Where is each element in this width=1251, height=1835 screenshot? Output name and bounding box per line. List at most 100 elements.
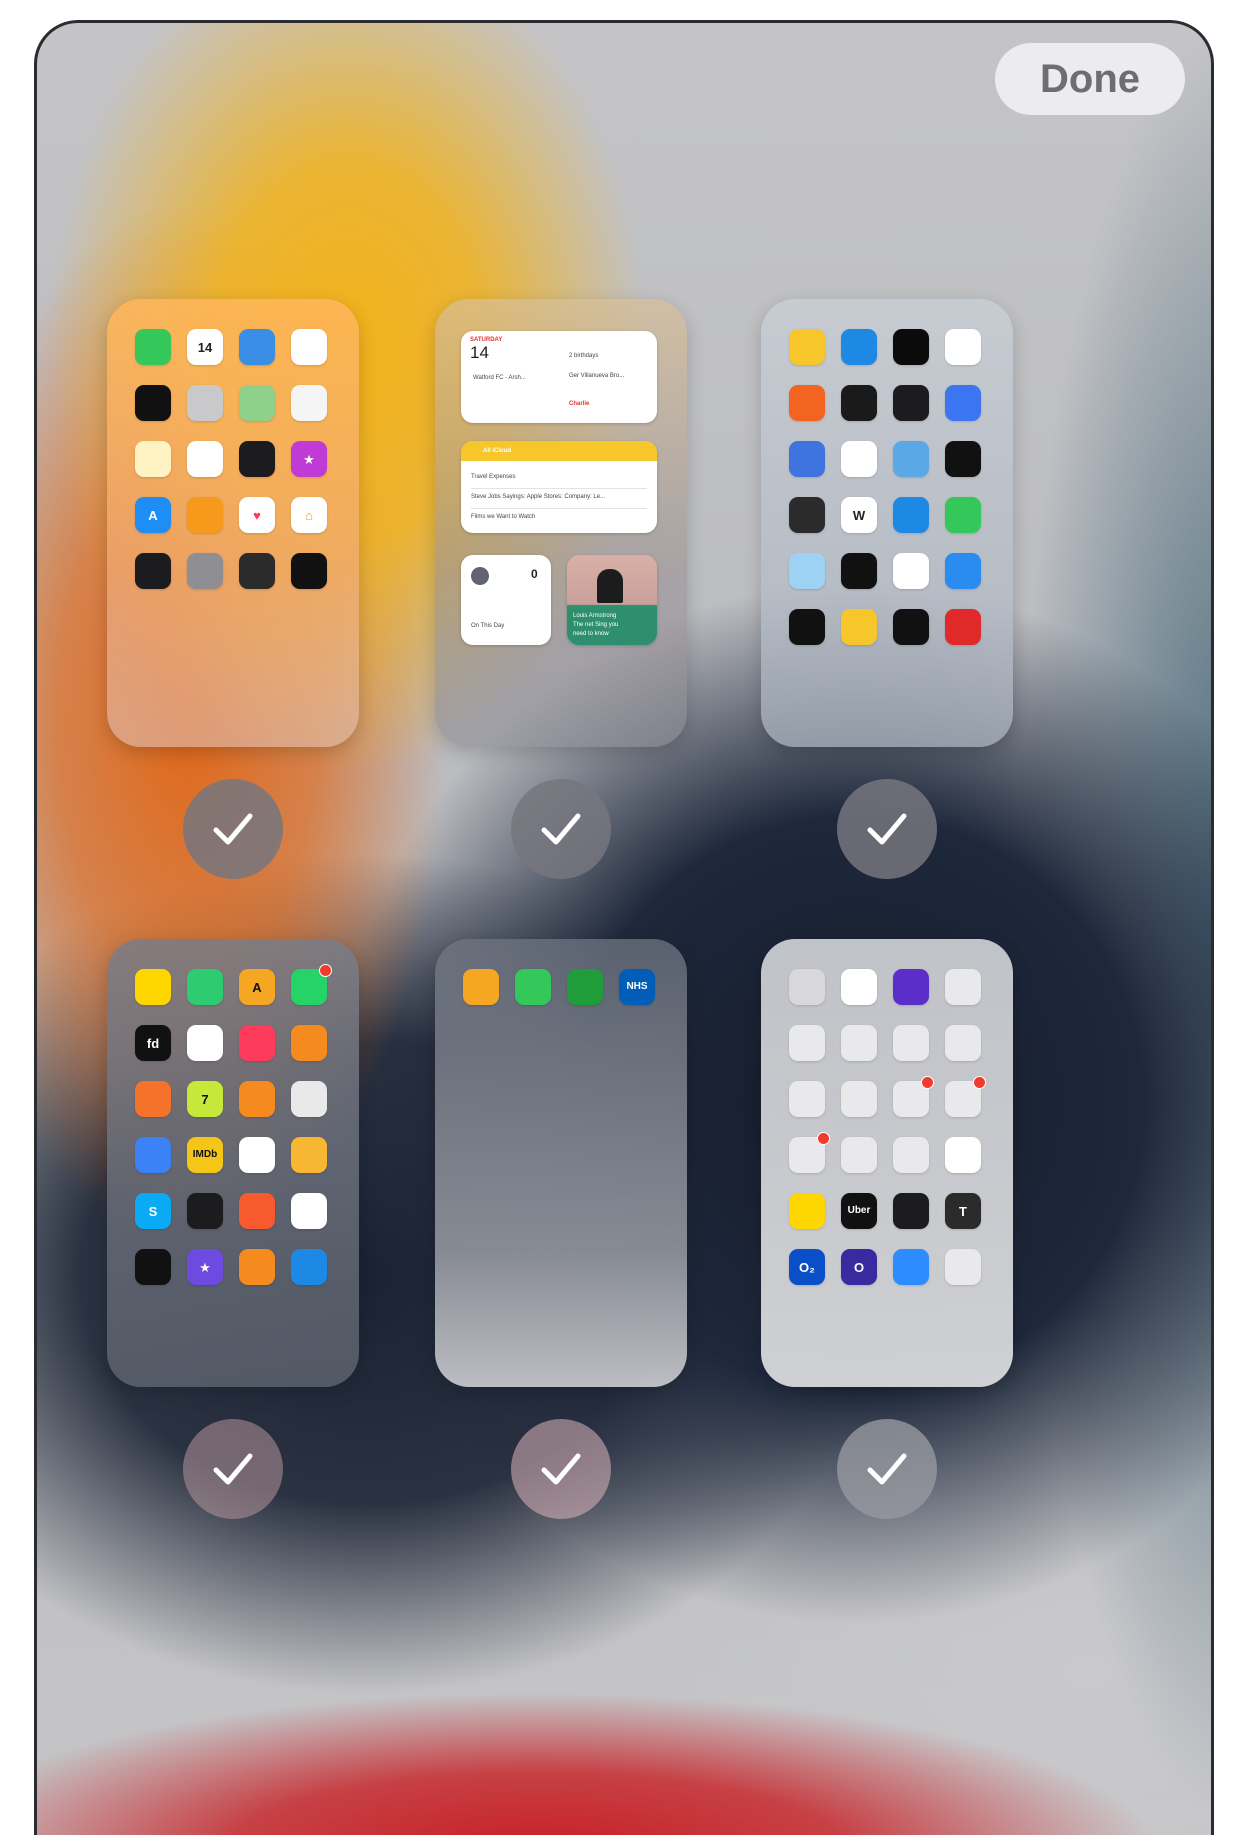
chat-icon xyxy=(945,385,981,421)
graduation-icon xyxy=(239,1249,275,1285)
tv-app-icon xyxy=(135,1249,171,1285)
app-grid: 14 ★ A ♥ ⌂ xyxy=(135,329,327,589)
news-widget-line-3: need to know xyxy=(573,631,609,637)
music-note-icon xyxy=(291,1193,327,1229)
home-icon: ⌂ xyxy=(291,497,327,533)
calendar-widget-event: Watford FC - Arsh... xyxy=(473,375,526,381)
files-icon xyxy=(893,497,929,533)
reminders-icon xyxy=(187,441,223,477)
skype-icon: S xyxy=(135,1193,171,1229)
whatsapp-icon xyxy=(291,964,332,1005)
star-dark-icon xyxy=(945,441,981,477)
folder-icon xyxy=(945,1025,981,1061)
t-app-icon: T xyxy=(945,1193,981,1229)
home-page-thumbnail-6[interactable]: Uber T O₂ O xyxy=(761,939,1013,1387)
small-widget-count: 0 xyxy=(531,567,538,581)
books-icon xyxy=(187,497,223,533)
checkmark-icon xyxy=(213,813,253,845)
itunes-store-icon: ★ xyxy=(291,441,327,477)
cloud-icon xyxy=(789,553,825,589)
folder-icon xyxy=(841,1081,877,1117)
red-news-icon xyxy=(945,609,981,645)
voice-memos-icon xyxy=(789,609,825,645)
phone-app-icon xyxy=(789,329,825,365)
notes-widget-line-2: Steve Jobs Sayings: Apple Stores: Compan… xyxy=(471,494,606,500)
blue-app-icon xyxy=(135,1137,171,1173)
page-6-visible-checkmark[interactable] xyxy=(837,1419,937,1519)
imovie-star-icon: ★ xyxy=(187,1249,223,1285)
home-screen-edit-view: Done 14 ★ A ♥ ⌂ SATURDAY 14 Watford FC - Ars… xyxy=(34,20,1214,1835)
page-1-visible-checkmark[interactable] xyxy=(183,779,283,879)
notes-widget-title: All iCloud xyxy=(483,448,511,454)
watch-icon xyxy=(291,553,327,589)
divider xyxy=(471,488,647,489)
folder-icon xyxy=(893,1076,934,1117)
news-widget-line-2: The net Sing you xyxy=(573,622,619,628)
podcast-icon xyxy=(471,567,489,585)
speedometer-icon xyxy=(893,385,929,421)
calc-green-icon xyxy=(567,969,603,1005)
calendar-widget-line-3: Charlie xyxy=(569,401,590,407)
notes-widget: All iCloud Travel Expenses Steve Jobs Sa… xyxy=(461,441,657,533)
numbers-icon xyxy=(515,969,551,1005)
shield-orange-icon xyxy=(135,1081,171,1117)
home-page-thumbnail-1[interactable]: 14 ★ A ♥ ⌂ xyxy=(107,299,359,747)
folder-icon xyxy=(789,1025,825,1061)
home-page-thumbnail-2[interactable]: SATURDAY 14 Watford FC - Arsh... 2 birth… xyxy=(435,299,687,747)
dark-circle-icon xyxy=(893,1193,929,1229)
home-page-thumbnail-5[interactable]: NHS xyxy=(435,939,687,1387)
pattern-app-icon xyxy=(291,1137,327,1173)
ebook-icon xyxy=(789,497,825,533)
app-store-icon: A xyxy=(135,497,171,533)
notification-badge xyxy=(973,1076,986,1089)
camera-icon xyxy=(187,385,223,421)
pages-icon xyxy=(463,969,499,1005)
folder-icon xyxy=(893,1137,929,1173)
shortcuts-icon xyxy=(841,329,877,365)
folder-icon xyxy=(789,1081,825,1117)
small-widget: 0 On This Day xyxy=(461,555,551,645)
settings-icon xyxy=(187,553,223,589)
o2-icon: O₂ xyxy=(789,1249,825,1285)
device-blue-icon xyxy=(945,553,981,589)
bitmoji-icon xyxy=(135,969,171,1005)
xbox-icon xyxy=(239,1137,275,1173)
cloud-scene-icon xyxy=(893,441,929,477)
wikipedia-icon: W xyxy=(841,497,877,533)
health-icon: ♥ xyxy=(239,497,275,533)
checkmark-icon xyxy=(541,1453,581,1485)
app-grid: Afd 7 IMDb S ★ xyxy=(135,964,332,1285)
orange-badge-icon xyxy=(239,1081,275,1117)
contacts-icon xyxy=(789,969,825,1005)
nhs-icon: NHS xyxy=(619,969,655,1005)
calendar-widget-line-1: 2 birthdays xyxy=(569,353,599,359)
uber-icon: Uber xyxy=(841,1193,877,1229)
page-2-visible-checkmark[interactable] xyxy=(511,779,611,879)
keynote-icon xyxy=(291,1249,327,1285)
page-5-visible-checkmark[interactable] xyxy=(511,1419,611,1519)
messages-icon xyxy=(135,329,171,365)
page-4-visible-checkmark[interactable] xyxy=(183,1419,283,1519)
fd-icon: fd xyxy=(135,1025,171,1061)
green-app-icon xyxy=(187,969,223,1005)
home-page-thumbnail-4[interactable]: Afd 7 IMDb S ★ xyxy=(107,939,359,1387)
toggle-app-icon xyxy=(291,1081,327,1117)
home-red-icon xyxy=(187,1025,223,1061)
grid-app-icon xyxy=(893,553,929,589)
news-widget-line-1: Louis Armstrong xyxy=(573,613,617,619)
calendar-widget: SATURDAY 14 Watford FC - Arsh... 2 birth… xyxy=(461,331,657,423)
home-page-thumbnail-3[interactable]: W xyxy=(761,299,1013,747)
checkmark-icon xyxy=(867,813,907,845)
done-button[interactable]: Done xyxy=(995,43,1185,115)
weather-icon xyxy=(239,329,275,365)
page-3-visible-checkmark[interactable] xyxy=(837,779,937,879)
notification-badge xyxy=(319,964,332,977)
folder-icon xyxy=(841,1025,877,1061)
notification-badge xyxy=(817,1132,830,1145)
z-app-icon: 7 xyxy=(187,1081,223,1117)
games-icon xyxy=(187,1193,223,1229)
calendar-widget-day: 14 xyxy=(470,343,489,362)
calculator-icon xyxy=(239,553,275,589)
clock-app-icon xyxy=(945,329,981,365)
red-ring-icon xyxy=(239,1025,275,1061)
